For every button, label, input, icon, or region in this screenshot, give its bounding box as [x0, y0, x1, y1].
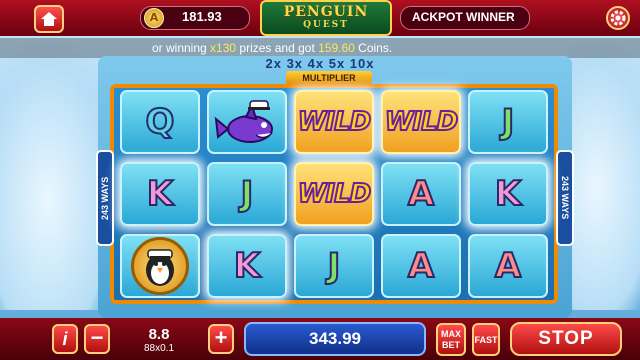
home-icon — [41, 12, 57, 26]
symbol-k: K — [494, 173, 522, 215]
reel-cell-r1c0: K — [120, 162, 200, 226]
coin-icon: A — [144, 8, 164, 28]
ticker-text-3: Coins. — [354, 41, 393, 55]
reel-cell-r0c1 — [207, 90, 287, 154]
jackpot-winner-label: ACKPOT WINNER — [412, 10, 515, 24]
bet-detail: 88x0.1 — [143, 343, 175, 354]
win-amount: 343.99 — [244, 322, 426, 356]
reel-cell-r1c4: K — [468, 162, 548, 226]
home-button[interactable] — [34, 5, 64, 33]
bet-increase-button[interactable]: + — [208, 324, 234, 354]
fast-spin-button[interactable]: FAST — [472, 323, 500, 356]
ticker-amount: 159.60 — [318, 41, 355, 55]
symbol-k: K — [146, 173, 174, 215]
max-bet-button[interactable]: MAX BET — [436, 323, 466, 356]
symbol-a: A — [494, 245, 522, 287]
symbol-a: A — [407, 173, 435, 215]
balance-value: 181.93 — [182, 9, 222, 24]
symbol-wild: WILD — [297, 178, 372, 210]
reel-cell-r2c2: J — [294, 234, 374, 298]
bet-value: 8.8 — [148, 326, 170, 343]
reel-cell-r0c4: J — [468, 90, 548, 154]
ticker-text-2: prizes and got — [236, 41, 319, 55]
penguin-captain-icon — [131, 237, 189, 295]
symbol-wild: WILD — [297, 106, 372, 138]
reel-cell-r1c3: A — [381, 162, 461, 226]
reel-cell-r2c1: K — [207, 234, 287, 298]
reel-cell-r1c2: WILD — [294, 162, 374, 226]
symbol-a: A — [407, 245, 435, 287]
ticker-text-1: or winning — [152, 41, 211, 55]
symbol-wild: WILD — [384, 106, 459, 138]
reel-cell-r2c3: A — [381, 234, 461, 298]
ways-badge-right: 243 WAYS — [556, 150, 574, 246]
symbol-k: K — [233, 245, 261, 287]
reel-cell-r2c0 — [120, 234, 200, 298]
ways-badge-left: 243 WAYS — [96, 150, 114, 246]
logo-subtitle: QUEST — [303, 20, 349, 30]
reel-cell-r2c4: A — [468, 234, 548, 298]
symbol-j: J — [327, 245, 342, 287]
multiplier-values: 2x 3x 4x 5x 10x — [265, 56, 375, 71]
reel-cell-r0c3: WILD — [381, 90, 461, 154]
reel-cell-r0c2: WILD — [294, 90, 374, 154]
reel-cell-r0c0: Q — [120, 90, 200, 154]
info-button[interactable]: i — [52, 324, 78, 354]
shark-sailor-icon — [214, 100, 273, 143]
multiplier-label: MULTIPLIER — [286, 71, 372, 85]
symbol-j: J — [240, 173, 255, 215]
bet-decrease-button[interactable]: − — [84, 324, 110, 354]
ticker-multiplier: x130 — [210, 41, 237, 55]
stop-button[interactable]: STOP — [510, 322, 622, 356]
game-logo: PENGUIN QUEST — [260, 0, 392, 36]
reel-cell-r1c1: J — [207, 162, 287, 226]
symbol-j: J — [501, 101, 516, 143]
symbol-q: Q — [145, 101, 176, 143]
settings-button[interactable] — [606, 6, 630, 30]
gear-icon — [610, 10, 626, 26]
win-ticker: or winning x130 prizes and got 159.60 Co… — [0, 38, 640, 58]
logo-title: PENGUIN — [283, 4, 369, 20]
